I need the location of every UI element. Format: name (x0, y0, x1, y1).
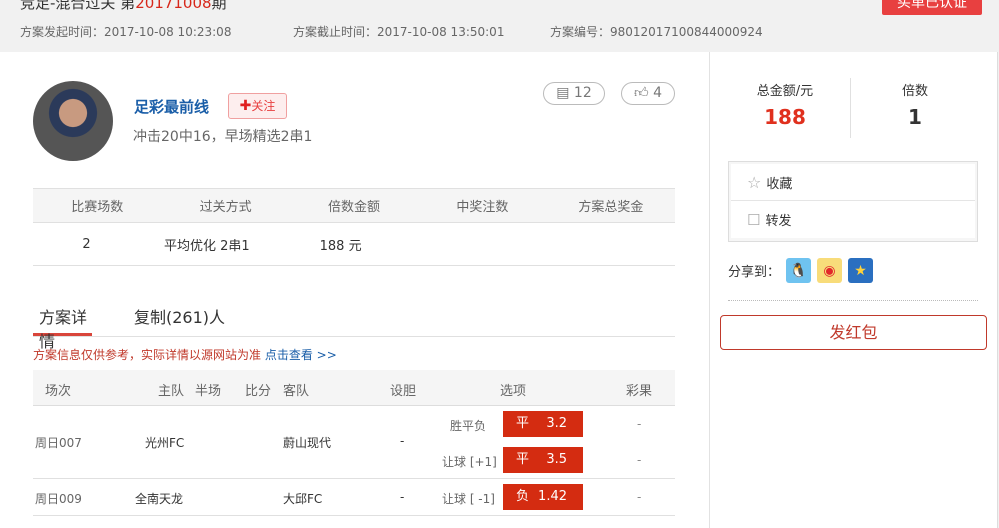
avatar[interactable] (33, 81, 113, 161)
multiple: 倍数 1 (901, 84, 928, 129)
away-team: 大邱FC (283, 492, 323, 506)
weibo-icon[interactable]: ◉ (817, 258, 843, 283)
start-time: 方案发起时间：2017-10-08 10:23:08 (20, 25, 232, 39)
col-header: 选项 (500, 384, 527, 399)
red-packet-button[interactable]: 发红包 (720, 315, 987, 350)
bet-type: 让球 [+1] (442, 455, 497, 469)
bet-type: 胜平负 (450, 419, 487, 433)
pass-type: 平均优化 2串1 (164, 238, 250, 254)
forward-button[interactable]: ☐ 转发 (731, 201, 975, 238)
user-motto: 冲击20中16，早场精选2串1 (133, 129, 313, 145)
verified-badge: 买单已认证 (882, 0, 982, 15)
plus-icon: ✚ (239, 98, 252, 114)
divider (709, 52, 710, 528)
total-amount: 总金额/元 188 (756, 84, 814, 129)
tab-bar: 方案详情 复制(261)人 (33, 300, 675, 351)
col-header: 倍数金额 (328, 200, 381, 215)
away-team: 蔚山现代 (283, 436, 332, 450)
result: - (637, 417, 642, 431)
result: - (637, 490, 642, 504)
banker: - (400, 434, 405, 448)
col-header: 设胆 (390, 384, 417, 399)
end-time: 方案截止时间：2017-10-08 13:50:01 (293, 25, 505, 39)
plan-number: 方案编号：98012017100844000924 (550, 25, 763, 39)
favorite-button[interactable]: ☆ 收藏 (731, 164, 975, 201)
share-row: 分享到： 🐧 ◉ ★ (728, 258, 874, 283)
notice: 方案信息仅供参考，实际详情以源网站为准 点击查看 >> (33, 348, 337, 362)
col-header: 主队 (158, 384, 185, 399)
match-no: 周日009 (35, 492, 82, 506)
like-button[interactable]: 👍︎ 4 (621, 82, 675, 105)
summary-table: 比赛场数 过关方式 倍数金额 中奖注数 方案总奖金 2 平均优化 2串1 188 元 (33, 188, 675, 266)
stat-divider (850, 78, 851, 138)
odds-chip: 负 1.42 (503, 484, 583, 510)
action-box: ☆ 收藏 ☐ 转发 (728, 161, 978, 242)
col-header: 彩果 (626, 384, 653, 399)
amount: 188 元 (319, 238, 362, 254)
col-header: 过关方式 (199, 200, 252, 215)
comment-icon: ▤ (556, 85, 570, 101)
user-name[interactable]: 足彩最前线 (134, 96, 209, 117)
edit-icon: ☐ (747, 210, 761, 229)
home-team: 全南天龙 (135, 492, 184, 506)
table-row: 周日007 光州FC 蔚山现代 - 胜平负 平 3.2 - 让球 [+1] 平 3.… (33, 406, 675, 479)
odds-chip: 平 3.5 (503, 447, 583, 473)
table-row: 周日009 全南天龙 大邱FC - 让球 [ -1] 负 1.42 - (33, 479, 675, 516)
col-header: 中奖注数 (456, 200, 509, 215)
result: - (637, 453, 642, 467)
qq-icon[interactable]: 🐧 (786, 258, 812, 283)
tab-copies[interactable]: 复制(261)人 (134, 304, 225, 328)
col-header: 比赛场数 (71, 200, 124, 215)
col-header: 方案总奖金 (578, 200, 644, 215)
tab-plan-details[interactable]: 方案详情 (33, 304, 92, 351)
home-team: 光州FC (145, 436, 185, 450)
col-header: 场次 (45, 384, 72, 399)
thumbs-up-icon: 👍︎ (633, 85, 649, 101)
details-table: 场次 主队 半场 比分 客队 设胆 选项 彩果 周日007 光州FC 蔚山现代 … (33, 370, 675, 516)
col-header: 比分 (245, 384, 272, 399)
qzone-icon[interactable]: ★ (848, 258, 874, 283)
col-header: 客队 (283, 384, 310, 399)
match-count: 2 (82, 236, 91, 252)
dotted-divider (728, 300, 978, 301)
odds-chip: 平 3.2 (503, 411, 583, 437)
col-header: 半场 (195, 384, 222, 399)
match-no: 周日007 (35, 436, 82, 450)
banker: - (400, 490, 405, 504)
view-source-link[interactable]: 点击查看 >> (265, 348, 337, 362)
follow-button[interactable]: ✚关注 (228, 93, 287, 119)
comment-button[interactable]: ▤ 12 (543, 82, 605, 105)
bet-type: 让球 [ -1] (442, 492, 495, 506)
star-icon: ☆ (747, 172, 762, 192)
plan-title: 竞足-混合过关 第20171008期 (20, 0, 227, 12)
